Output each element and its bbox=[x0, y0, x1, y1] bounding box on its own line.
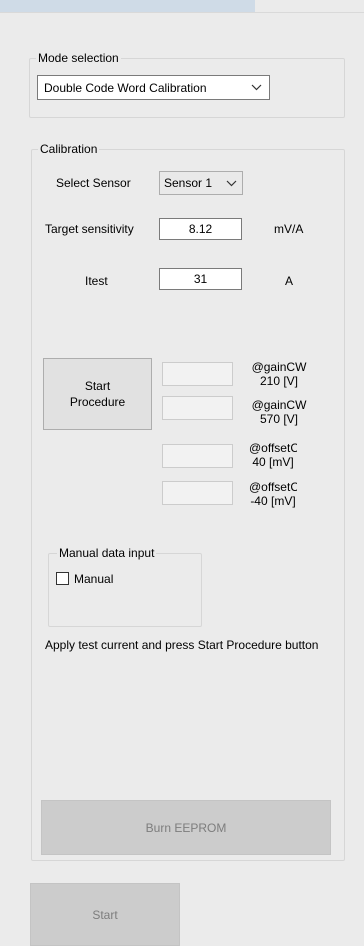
offset-cw-40-label: @offsetCW 40 [mV] bbox=[249, 441, 297, 469]
itest-input[interactable]: 31 bbox=[159, 268, 242, 290]
offset-cw-40-output bbox=[162, 444, 233, 468]
gain-cw-210-output bbox=[162, 362, 233, 386]
gain-cw-570-output bbox=[162, 396, 233, 420]
target-sensitivity-label: Target sensitivity bbox=[45, 222, 134, 236]
itest-unit: A bbox=[285, 274, 294, 288]
header-divider bbox=[0, 12, 364, 13]
mode-dropdown-value: Double Code Word Calibration bbox=[44, 80, 207, 95]
manual-input-legend: Manual data input bbox=[57, 546, 157, 560]
sensor-dropdown[interactable]: Sensor 1 bbox=[159, 171, 243, 195]
title-strip bbox=[0, 0, 255, 12]
gain-cw-570-label: @gainCW 570 [V] bbox=[251, 398, 307, 426]
start-button[interactable]: Start bbox=[30, 883, 180, 946]
offset-cw-minus40-output bbox=[162, 481, 233, 505]
offset-cw-minus40-label: @offsetCW -40 [mV] bbox=[249, 480, 297, 508]
sensor-dropdown-value: Sensor 1 bbox=[164, 176, 213, 190]
manual-checkbox-label: Manual bbox=[74, 572, 114, 586]
mode-selection-legend: Mode selection bbox=[36, 51, 121, 65]
start-procedure-button[interactable]: Start Procedure bbox=[43, 358, 152, 430]
burn-eeprom-button[interactable]: Burn EEPROM bbox=[41, 800, 331, 855]
manual-checkbox[interactable] bbox=[56, 572, 69, 585]
calibration-legend: Calibration bbox=[38, 142, 100, 156]
select-sensor-label: Select Sensor bbox=[56, 176, 131, 190]
chevron-down-icon bbox=[224, 178, 238, 188]
gain-cw-210-label: @gainCW 210 [V] bbox=[251, 360, 307, 388]
target-sensitivity-unit: mV/A bbox=[274, 222, 304, 236]
itest-label: Itest bbox=[85, 274, 108, 288]
mode-dropdown[interactable]: Double Code Word Calibration bbox=[37, 75, 270, 100]
calibration-group bbox=[31, 149, 345, 861]
instruction-message: Apply test current and press Start Proce… bbox=[45, 638, 319, 652]
chevron-down-icon bbox=[249, 83, 263, 93]
manual-input-group bbox=[48, 553, 202, 627]
target-sensitivity-input[interactable]: 8.12 bbox=[159, 218, 242, 240]
